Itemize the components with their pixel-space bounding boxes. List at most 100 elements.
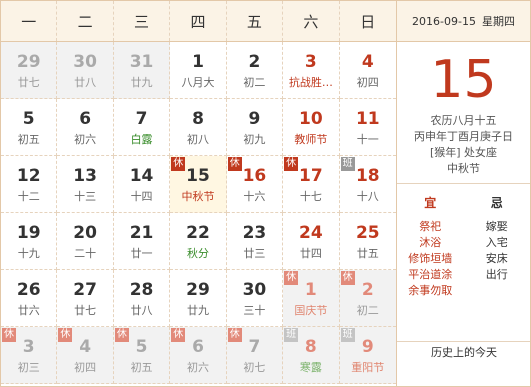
holiday-badge: 休 [171,157,186,171]
yi-item: 平治道涂 [408,268,453,281]
day-cell[interactable]: 25 廿五 [339,213,396,270]
day-number: 23 [242,223,267,243]
lunar-day: 十三 [74,190,97,203]
lunar-day: 教师节 [294,133,328,146]
day-number: 13 [73,166,97,186]
weekday-header: 一二三四五六 日 [1,1,396,42]
day-cell[interactable]: 9 初九 [226,99,284,156]
day-cell[interactable]: 3 抗战胜… [283,42,340,99]
lunar-day: 初九 [243,133,266,146]
lunar-day: 十九 [17,247,40,260]
day-cell[interactable]: 休 7 初七 [226,327,284,384]
day-cell[interactable]: 29 廿七 [1,42,58,99]
day-cell-selected[interactable]: 休 15 中秋节 [170,156,227,213]
day-cell[interactable]: 7 白露 [113,99,171,156]
day-number: 22 [186,223,210,243]
day-cell[interactable]: 19 十九 [1,213,58,270]
day-cell[interactable]: 12 十二 [1,156,58,213]
day-cell[interactable]: 20 二十 [57,213,114,270]
day-cell[interactable]: 休 5 初五 [113,327,171,384]
day-cell[interactable]: 休 6 初六 [170,327,227,384]
festival-name: 中秋节 [447,162,480,175]
lunar-day: 十四 [130,190,153,203]
day-cell[interactable]: 6 初六 [57,99,114,156]
lunar-day: 初七 [243,361,266,374]
workday-badge: 班 [340,157,355,171]
day-cell[interactable]: 4 初四 [339,42,396,99]
day-cell[interactable]: 30 三十 [226,270,284,327]
divider [397,341,530,342]
day-number: 30 [73,52,97,72]
day-number: 29 [186,280,210,300]
lunar-day: 抗战胜… [288,76,333,89]
lunar-day: 寒露 [299,361,322,374]
day-detail-panel: 2016-09-15 星期四 15 农历八月十五 丙申年丁酉月庚子日 [猴年] … [397,0,531,387]
day-number: 27 [73,280,97,300]
lunar-info: 农历八月十五 丙申年丁酉月庚子日 [猴年] 处女座 中秋节 [397,113,530,177]
day-cell[interactable]: 14 十四 [113,156,171,213]
lunar-day: 重阳节 [351,361,385,374]
day-number: 7 [135,109,148,129]
lunar-day: 廿六 [17,304,40,317]
day-number: 28 [129,280,154,300]
weekday-label: 四 [170,1,227,41]
day-cell[interactable]: 30 廿八 [57,42,114,99]
day-cell[interactable]: 8 初八 [170,99,227,156]
day-number: 3 [304,52,317,72]
day-cell[interactable]: 2 初二 [226,42,284,99]
lunar-day: 二十 [74,247,97,260]
lunar-day: 廿三 [243,247,266,260]
day-cell[interactable]: 10 教师节 [283,99,340,156]
day-number: 1 [192,52,204,72]
weekday-label: 六 [283,1,340,41]
day-cell[interactable]: 22 秋分 [170,213,227,270]
day-cell[interactable]: 26 廿六 [1,270,58,327]
day-number: 12 [16,166,41,186]
selected-date: 2016-09-15 [412,14,476,28]
day-cell[interactable]: 班 8 寒露 [283,327,340,384]
selected-date-header: 2016-09-15 星期四 [397,1,530,42]
ji-item: 嫁娶 [485,220,508,233]
ji-heading: 忌 [490,196,503,210]
holiday-badge: 休 [227,157,242,171]
history-today-link[interactable]: 历史上的今天 [397,344,531,360]
day-cell[interactable]: 休 2 初二 [339,270,396,327]
lunar-day: 初五 [130,361,153,374]
workday-badge: 班 [284,328,299,342]
zodiac: [猴年] 处女座 [429,146,498,159]
day-number: 8 [192,109,204,129]
weekday-label: 二 [57,1,114,41]
day-cell[interactable]: 23 廿三 [226,213,284,270]
holiday-badge: 休 [58,328,73,342]
day-cell[interactable]: 27 廿七 [57,270,114,327]
day-cell[interactable]: 1 八月大 [170,42,227,99]
holiday-badge: 休 [284,271,299,285]
ji-column: 忌 嫁娶 入宅 安床 出行 [464,194,531,299]
day-cell[interactable]: 13 十三 [57,156,114,213]
holiday-badge: 休 [340,271,355,285]
lunar-day: 白露 [130,133,153,146]
day-cell[interactable]: 29 廿九 [170,270,227,327]
day-number: 6 [79,109,92,129]
day-cell[interactable]: 11 十一 [339,99,396,156]
day-cell[interactable]: 休 4 初四 [57,327,114,384]
lunar-day: 廿九 [186,304,209,317]
day-cell[interactable]: 休 3 初三 [1,327,58,384]
day-cell[interactable]: 21 廿一 [113,213,171,270]
day-cell[interactable]: 31 廿九 [113,42,171,99]
day-cell[interactable]: 休 1 国庆节 [283,270,340,327]
lunar-day: 初六 [74,133,97,146]
day-cell[interactable]: 休 17 十七 [283,156,340,213]
day-cell[interactable]: 休 16 十六 [226,156,284,213]
day-cell[interactable]: 班 18 十八 [339,156,396,213]
lunar-day: 廿七 [74,304,97,317]
day-cell[interactable]: 5 初五 [1,99,58,156]
day-cell[interactable]: 班 9 重阳节 [339,327,396,384]
day-cell[interactable]: 28 廿八 [113,270,171,327]
day-number: 2 [248,52,261,72]
day-number: 5 [22,109,35,129]
day-number: 14 [129,166,154,186]
day-cell[interactable]: 24 廿四 [283,213,340,270]
lunar-day: 廿九 [130,76,153,89]
ganzhi: 丙申年丁酉月庚子日 [414,130,513,143]
